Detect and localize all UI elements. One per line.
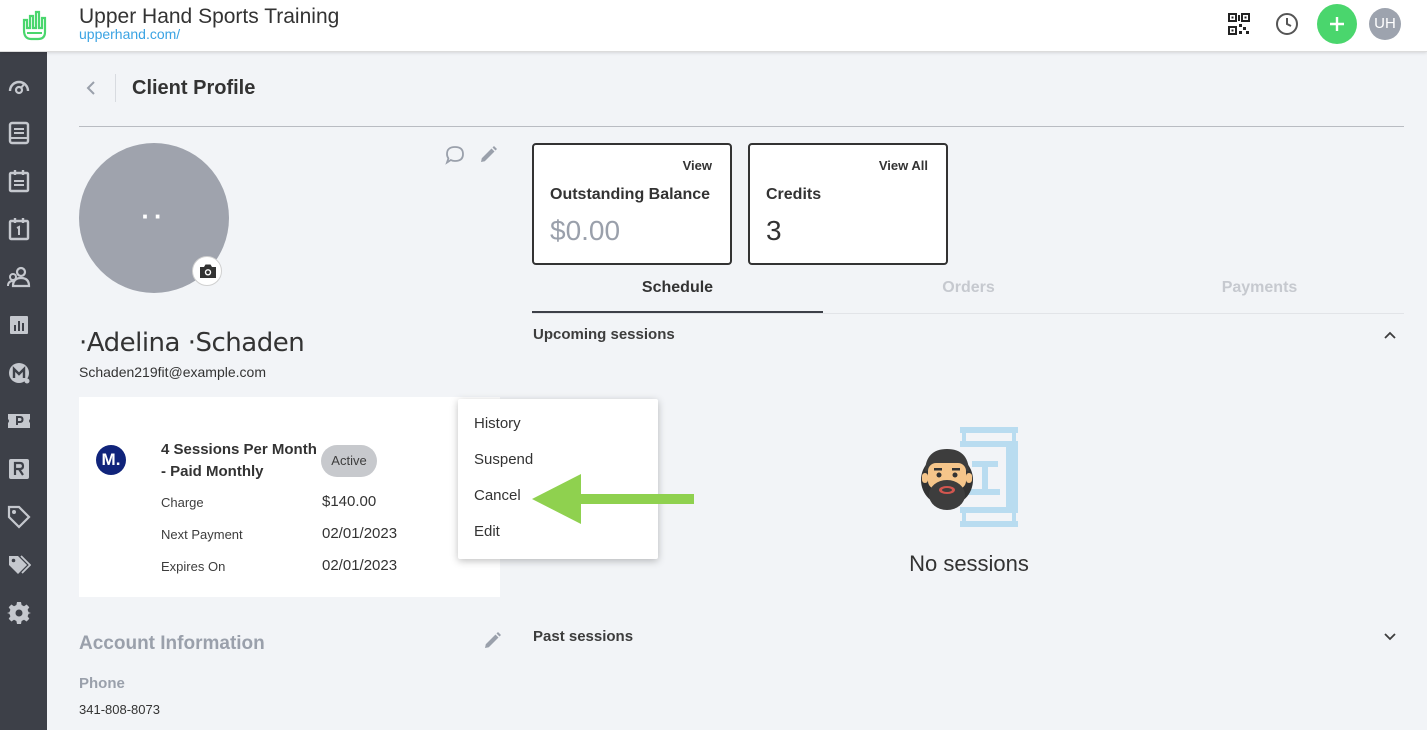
book-icon[interactable]: [7, 121, 31, 145]
tab-schedule[interactable]: Schedule: [532, 275, 823, 313]
next-payment-label: Next Payment: [161, 527, 243, 542]
chat-bubble-icon[interactable]: [445, 145, 465, 165]
change-photo-button[interactable]: [192, 256, 222, 286]
passes-icon[interactable]: [7, 409, 31, 433]
no-sessions-text: No sessions: [909, 551, 1029, 576]
header-divider: [115, 74, 116, 102]
outstanding-balance-card[interactable]: View Outstanding Balance $0.00: [532, 143, 732, 265]
tab-orders[interactable]: Orders: [823, 275, 1114, 313]
phone-label: Phone: [79, 675, 125, 692]
sidebar: [0, 52, 47, 730]
no-sessions-illustration-icon: [921, 427, 1018, 527]
clock-icon[interactable]: [1275, 12, 1299, 36]
profile-initials: ··: [141, 201, 167, 231]
outstanding-balance-value: $0.00: [550, 215, 621, 246]
tag-icon[interactable]: [7, 505, 31, 529]
memberships-icon[interactable]: [7, 361, 31, 385]
status-badge: Active: [321, 445, 377, 477]
next-payment-value: 02/01/2023: [322, 525, 398, 542]
back-chevron-icon[interactable]: [82, 78, 100, 98]
upper-hand-logo[interactable]: [18, 8, 52, 42]
membership-logo: M.: [96, 445, 126, 475]
tags-icon[interactable]: [7, 553, 31, 577]
add-button[interactable]: [1317, 4, 1357, 44]
resources-icon[interactable]: [7, 457, 31, 481]
camera-icon: [200, 264, 216, 278]
view-all-credits-link[interactable]: View All: [879, 158, 928, 173]
top-bar: Upper Hand Sports Training upperhand.com…: [0, 0, 1427, 52]
tabs-divider: [532, 313, 1404, 314]
client-name: ·Adelina ·Schaden: [79, 328, 305, 358]
membership-card: M. 4 Sessions Per Month - Paid Monthly A…: [79, 397, 500, 597]
qr-code-icon[interactable]: [1227, 12, 1251, 36]
credits-value: 3: [766, 215, 782, 246]
chevron-down-icon[interactable]: [1382, 629, 1398, 645]
clients-icon[interactable]: [7, 265, 31, 289]
page-title: Client Profile: [132, 77, 256, 99]
chevron-up-icon[interactable]: [1382, 327, 1398, 343]
membership-name[interactable]: 4 Sessions Per Month - Paid Monthly: [161, 439, 321, 483]
calendar-day-icon[interactable]: [7, 217, 31, 241]
arrow-annotation-icon: [532, 474, 694, 524]
menu-item-history[interactable]: History: [458, 406, 658, 442]
phone-value: 341-808-8073: [79, 702, 160, 717]
edit-pencil-icon[interactable]: [479, 146, 497, 164]
membership-logo-letter: M.: [101, 450, 121, 469]
user-avatar[interactable]: UH: [1369, 8, 1401, 40]
settings-icon[interactable]: [7, 601, 31, 625]
credits-card[interactable]: View All Credits 3: [748, 143, 948, 265]
plus-icon: [1330, 17, 1344, 31]
outstanding-balance-label: Outstanding Balance: [550, 186, 711, 203]
edit-account-pencil-icon[interactable]: [483, 632, 501, 650]
reports-icon[interactable]: [7, 313, 31, 337]
account-info-title: Account Information: [79, 633, 265, 654]
charge-value: $140.00: [322, 493, 377, 510]
dashboard-icon[interactable]: [7, 74, 31, 98]
past-sessions-title[interactable]: Past sessions: [533, 628, 633, 645]
header-rule: [79, 126, 1404, 127]
charge-label: Charge: [161, 495, 204, 510]
upcoming-sessions-title[interactable]: Upcoming sessions: [533, 326, 675, 343]
tab-payments[interactable]: Payments: [1114, 275, 1405, 313]
client-email: Schaden219fit@example.com: [79, 364, 266, 380]
expires-on-label: Expires On: [161, 559, 226, 574]
business-url[interactable]: upperhand.com/: [79, 26, 180, 42]
expires-on-value: 02/01/2023: [322, 557, 398, 574]
view-balance-link[interactable]: View: [683, 158, 712, 173]
calendar-icon[interactable]: [7, 169, 31, 193]
menu-item-suspend[interactable]: Suspend: [458, 442, 658, 478]
credits-label: Credits: [766, 186, 822, 203]
